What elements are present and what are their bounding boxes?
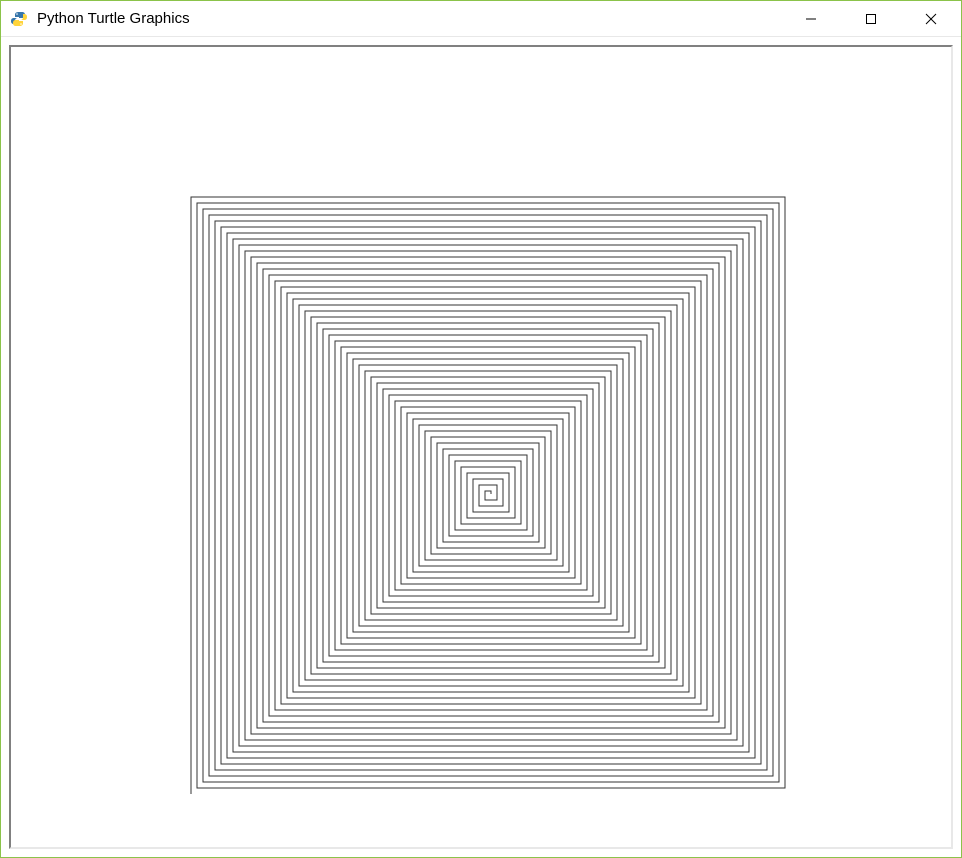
canvas-frame [9, 45, 953, 849]
content-area [1, 37, 961, 857]
turtle-canvas [11, 47, 951, 847]
maximize-button[interactable] [841, 1, 901, 36]
window-controls [781, 1, 961, 36]
close-button[interactable] [901, 1, 961, 36]
minimize-button[interactable] [781, 1, 841, 36]
spiral-path [191, 197, 785, 794]
window: Python Turtle Graphics [0, 0, 962, 858]
window-title: Python Turtle Graphics [37, 10, 781, 27]
window-icon [9, 9, 29, 29]
titlebar[interactable]: Python Turtle Graphics [1, 1, 961, 37]
